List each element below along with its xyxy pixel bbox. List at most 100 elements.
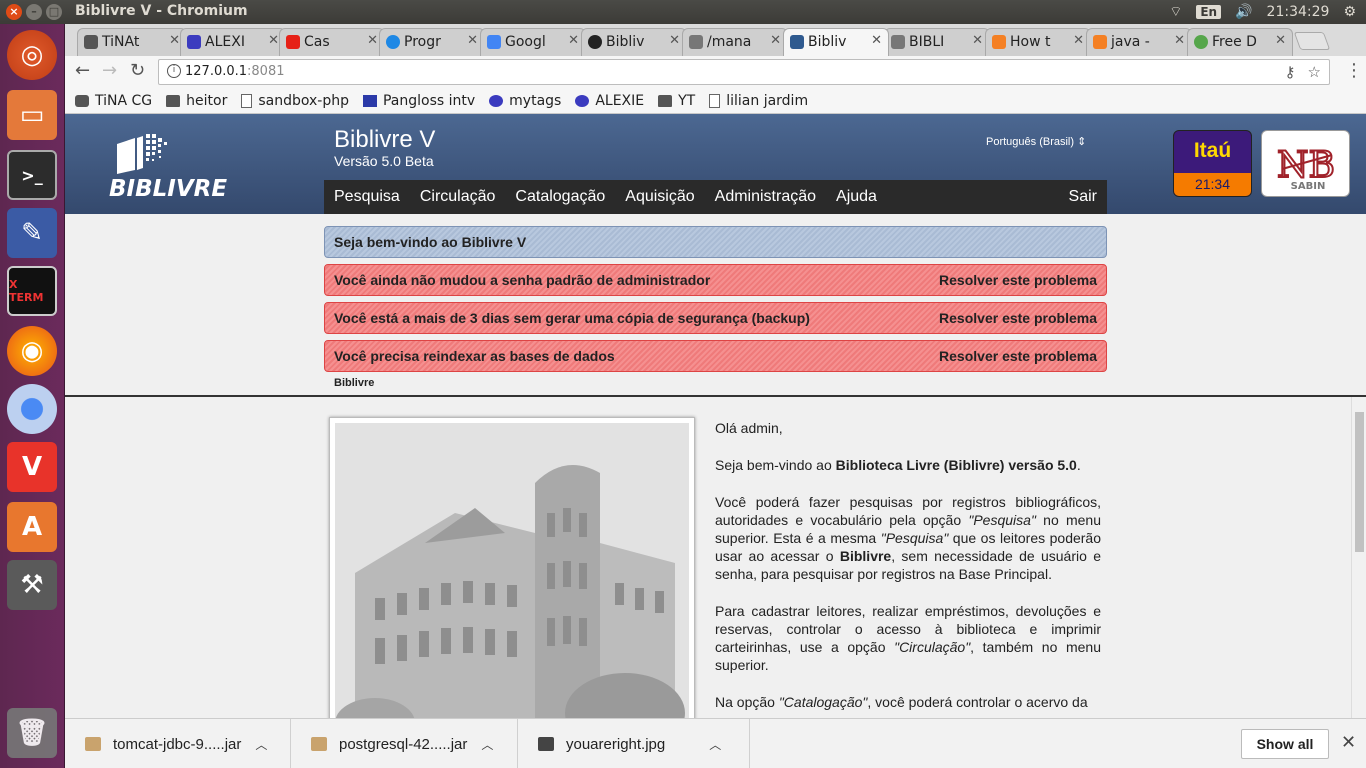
download-item[interactable]: youareright.jpg ︿	[518, 719, 750, 768]
window-close-button[interactable]: ×	[6, 4, 22, 20]
browser-menu-icon[interactable]: ⋮	[1345, 60, 1363, 81]
download-item[interactable]: postgresql-42.....jar ︿	[291, 719, 518, 768]
window-minimize-button[interactable]: –	[26, 4, 42, 20]
browser-tab[interactable]: TiNAt ✕	[77, 28, 187, 56]
menu-item-catalogacao[interactable]: Catalogação	[515, 188, 605, 206]
menu-item-pesquisa[interactable]: Pesquisa	[334, 188, 400, 206]
chevron-up-icon[interactable]: ︿	[255, 736, 267, 753]
site-favicon-icon	[489, 94, 504, 107]
bookmark-item[interactable]: mytags	[489, 93, 561, 109]
bookmark-star-icon[interactable]: ☆	[1308, 63, 1321, 81]
bookmark-item[interactable]: sandbox-php	[241, 93, 349, 109]
site-info-icon[interactable]: i	[167, 64, 181, 78]
tab-close-icon[interactable]: ✕	[268, 33, 279, 48]
tab-favicon-icon	[891, 35, 905, 49]
browser-tab[interactable]: Cas ✕	[279, 28, 385, 56]
itau-sponsor-badge[interactable]: Itaú 21:34	[1173, 130, 1252, 197]
page-icon	[709, 93, 721, 108]
resolve-problem-link[interactable]: Resolver este problema	[939, 348, 1097, 364]
tab-favicon-icon	[1194, 35, 1208, 49]
close-downloads-icon[interactable]: ✕	[1341, 732, 1356, 753]
bookmark-item[interactable]: lilian jardim	[709, 93, 808, 109]
chromium-icon[interactable]	[7, 384, 57, 434]
bookmark-folder[interactable]: heitor	[166, 93, 227, 109]
menu-item-circulacao[interactable]: Circulação	[420, 188, 496, 206]
reload-icon[interactable]: ↻	[130, 60, 145, 81]
biblivre-logo-text[interactable]: BIBLIVRE	[109, 176, 227, 202]
files-folder-icon[interactable]: ▭	[7, 90, 57, 140]
bookmark-item[interactable]: ALEXIE	[575, 93, 644, 109]
vivaldi-icon[interactable]: V	[7, 442, 57, 492]
settings-gear-icon[interactable]: ⚙	[1343, 4, 1356, 20]
bookmark-folder[interactable]: YT	[658, 93, 695, 109]
tab-close-icon[interactable]: ✕	[972, 33, 983, 48]
bookmark-item[interactable]: Pangloss intv	[362, 93, 475, 109]
tab-close-icon[interactable]: ✕	[1275, 33, 1286, 48]
tab-close-icon[interactable]: ✕	[871, 33, 882, 48]
jar-file-icon	[311, 737, 327, 751]
scrollbar-thumb[interactable]	[1355, 412, 1364, 552]
browser-tab-strip: TiNAt ✕ ALEXI ✕ Cas ✕ Progr ✕ Googl ✕ Bibliv ✕…	[65, 24, 1366, 56]
bookmark-item[interactable]: TiNA CG	[75, 93, 152, 109]
tab-close-icon[interactable]: ✕	[367, 33, 378, 48]
notices-panel: Seja bem-vindo ao Biblivre V Você ainda …	[324, 226, 1107, 378]
system-clock[interactable]: 21:34:29	[1267, 4, 1330, 20]
tab-close-icon[interactable]: ✕	[1174, 33, 1185, 48]
session-clock: 21:34	[1174, 173, 1251, 196]
browser-tab[interactable]: ALEXI ✕	[180, 28, 286, 56]
wifi-icon[interactable]: ⌔	[1169, 3, 1182, 21]
tab-close-icon[interactable]: ✕	[467, 33, 478, 48]
resolve-problem-link[interactable]: Resolver este problema	[939, 272, 1097, 288]
menu-item-administracao[interactable]: Administração	[715, 188, 816, 206]
browser-tab[interactable]: Googl ✕	[480, 28, 586, 56]
logout-link[interactable]: Sair	[1069, 188, 1097, 206]
ubuntu-dash-icon[interactable]: ◎	[7, 30, 57, 80]
trash-icon[interactable]: 🗑	[7, 708, 57, 758]
sabin-sponsor-logo[interactable]: NB SABIN	[1261, 130, 1350, 197]
tab-close-icon[interactable]: ✕	[1073, 33, 1084, 48]
browser-tab[interactable]: How t ✕	[985, 28, 1091, 56]
terminal-icon[interactable]: >_	[7, 150, 57, 200]
text-editor-icon[interactable]: ✎	[7, 208, 57, 258]
app-title: Biblivre V	[334, 126, 436, 153]
main-content: Olá admin, Seja bem-vindo ao Biblioteca …	[65, 397, 1366, 718]
keyboard-layout-indicator[interactable]: En	[1196, 5, 1222, 19]
forward-arrow-icon[interactable]: →	[102, 60, 117, 81]
vertical-scrollbar[interactable]	[1351, 397, 1366, 718]
browser-tab[interactable]: Bibliv ✕	[581, 28, 687, 56]
window-maximize-button[interactable]: □	[46, 4, 62, 20]
resolve-problem-link[interactable]: Resolver este problema	[939, 310, 1097, 326]
download-item[interactable]: tomcat-jdbc-9.....jar ︿	[65, 719, 291, 768]
menu-item-aquisicao[interactable]: Aquisição	[625, 188, 694, 206]
window-controls: × – □	[6, 4, 62, 20]
volume-icon[interactable]: 🔊	[1235, 4, 1252, 20]
browser-tab[interactable]: BIBLI ✕	[884, 28, 990, 56]
firefox-icon[interactable]: ◉	[7, 326, 57, 376]
xterm-icon[interactable]: X TERM	[7, 266, 57, 316]
window-title: Biblivre V - Chromium	[75, 3, 248, 19]
new-tab-button[interactable]	[1293, 32, 1331, 50]
chevron-up-icon[interactable]: ︿	[481, 736, 493, 753]
system-settings-icon[interactable]: ⚒	[7, 560, 57, 610]
show-all-downloads-button[interactable]: Show all	[1241, 729, 1329, 759]
tab-favicon-icon	[386, 35, 400, 49]
welcome-notice: Seja bem-vindo ao Biblivre V	[324, 226, 1107, 258]
itau-brand: Itaú	[1193, 139, 1232, 162]
tab-close-icon[interactable]: ✕	[669, 33, 680, 48]
browser-tab[interactable]: /mana ✕	[682, 28, 788, 56]
tab-close-icon[interactable]: ✕	[770, 33, 781, 48]
browser-tab-active[interactable]: Bibliv ✕	[783, 28, 889, 56]
menu-item-ajuda[interactable]: Ajuda	[836, 188, 877, 206]
back-arrow-icon[interactable]: ←	[75, 60, 90, 81]
language-select[interactable]: Português (Brasil) ⇕	[986, 135, 1086, 148]
tab-close-icon[interactable]: ✕	[568, 33, 579, 48]
key-icon[interactable]: ⚷	[1285, 63, 1296, 81]
browser-tab[interactable]: java - ✕	[1086, 28, 1192, 56]
browser-tab[interactable]: Free D ✕	[1187, 28, 1293, 56]
address-bar[interactable]: i 127.0.0.1:8081 ⚷ ☆	[158, 59, 1330, 85]
warning-notice-backup: Você está a mais de 3 dias sem gerar uma…	[324, 302, 1107, 334]
chevron-up-icon[interactable]: ︿	[709, 736, 721, 753]
tab-close-icon[interactable]: ✕	[169, 33, 180, 48]
browser-tab[interactable]: Progr ✕	[379, 28, 485, 56]
software-center-icon[interactable]: A	[7, 502, 57, 552]
